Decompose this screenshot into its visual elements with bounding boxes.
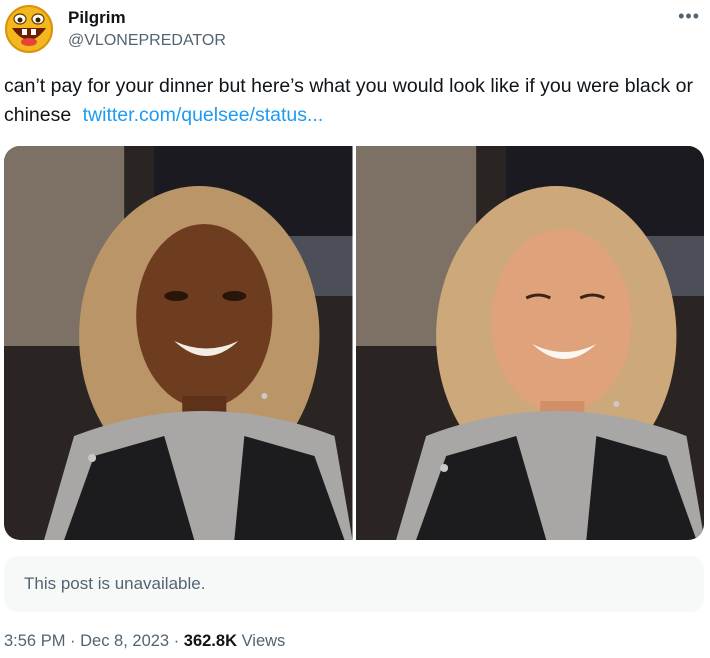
more-options-icon[interactable]: •••	[678, 6, 700, 27]
selfie-photo-icon	[355, 146, 704, 540]
user-handle[interactable]: @VLONEPREDATOR	[68, 32, 226, 50]
photo-right[interactable]	[355, 146, 704, 540]
display-name[interactable]: Pilgrim	[68, 8, 126, 28]
views-label: Views	[237, 632, 286, 650]
laughing-emoji-icon	[5, 5, 53, 53]
meta-separator: ·	[169, 632, 184, 650]
unavailable-text: This post is unavailable.	[24, 574, 206, 593]
tweet-date[interactable]: Dec 8, 2023	[80, 632, 169, 650]
tweet-text: can’t pay for your dinner but here’s wha…	[4, 72, 700, 130]
tweet-meta: 3:56 PM · Dec 8, 2023 · 362.8K Views	[4, 632, 285, 651]
photo-left[interactable]	[4, 146, 353, 540]
unavailable-post-notice: This post is unavailable.	[4, 556, 704, 612]
selfie-photo-icon	[4, 146, 353, 540]
media-grid	[4, 146, 704, 540]
views-count: 362.8K	[183, 632, 237, 650]
tweet-time[interactable]: 3:56 PM	[4, 632, 65, 650]
tweet-link[interactable]: twitter.com/quelsee/status...	[83, 104, 324, 126]
avatar[interactable]	[4, 4, 54, 54]
meta-separator: ·	[65, 632, 81, 650]
